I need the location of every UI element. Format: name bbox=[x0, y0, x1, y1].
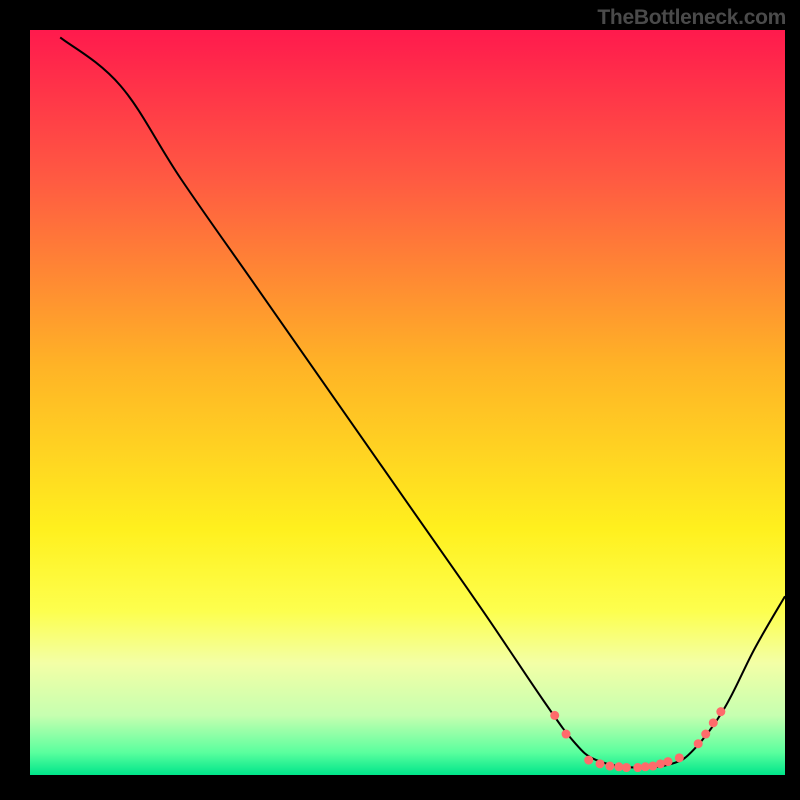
marker-dot bbox=[694, 739, 703, 748]
marker-dot bbox=[701, 730, 710, 739]
marker-dot bbox=[550, 711, 559, 720]
marker-dot bbox=[562, 730, 571, 739]
marker-dot bbox=[663, 757, 672, 766]
marker-dot bbox=[596, 759, 605, 768]
bottleneck-chart bbox=[0, 0, 800, 800]
marker-dot bbox=[622, 763, 631, 772]
marker-dot bbox=[709, 718, 718, 727]
watermark-text: TheBottleneck.com bbox=[597, 6, 786, 30]
marker-dot bbox=[675, 753, 684, 762]
marker-dot bbox=[584, 756, 593, 765]
plot-background bbox=[30, 30, 785, 775]
marker-dot bbox=[605, 762, 614, 771]
marker-dot bbox=[716, 707, 725, 716]
